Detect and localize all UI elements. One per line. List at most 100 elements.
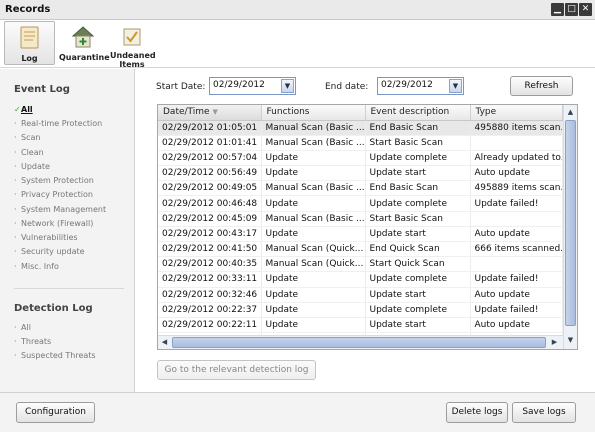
table-cell: Start Basic Scan	[365, 211, 471, 227]
toolbar-uncleaned-label-2: Items	[119, 60, 145, 69]
table-row[interactable]: 02/29/2012 01:05:01 Manual Scan (Basic ..…	[158, 120, 563, 136]
table-cell: Update	[261, 165, 366, 182]
sidebar-item-all[interactable]: ✓All	[14, 105, 33, 114]
table-cell: Auto update	[470, 226, 563, 243]
end-date-picker[interactable]: 02/29/2012 ▼	[377, 77, 464, 95]
footer-bar: Configuration Delete logs Save logs	[0, 392, 595, 432]
column-header-functions[interactable]: Functions	[261, 105, 366, 121]
table-cell: Manual Scan (Basic ...	[261, 180, 366, 197]
save-logs-button[interactable]: Save logs	[512, 402, 576, 423]
sidebar-item-network-firewall[interactable]: · Network (Firewall)	[14, 219, 93, 228]
sort-descending-icon: ▼	[212, 108, 218, 117]
table-cell: 666 items scanned.	[470, 241, 563, 258]
sidebar-item-privacy-protection[interactable]: · Privacy Protection	[14, 190, 93, 199]
scroll-down-icon[interactable]: ▼	[565, 334, 576, 347]
delete-logs-button[interactable]: Delete logs	[446, 402, 508, 423]
table-row[interactable]: 02/29/2012 01:01:41 Manual Scan (Basic ..…	[158, 135, 563, 151]
table-row[interactable]: 02/29/2012 00:32:46 Update Update start Aut…	[158, 287, 563, 303]
table-cell: Start Basic Scan	[365, 135, 471, 151]
start-date-picker[interactable]: 02/29/2012 ▼	[209, 77, 296, 95]
sidebar-item-vulnerabilities[interactable]: · Vulnerabilities	[14, 233, 78, 242]
maximize-button[interactable]: □	[565, 3, 578, 16]
scroll-right-icon[interactable]: ▶	[549, 336, 560, 349]
sidebar-item-realtime-protection[interactable]: · Real-time Protection	[14, 119, 102, 128]
sidebar-item-detection-all[interactable]: · All	[14, 323, 31, 332]
table-row[interactable]: 02/29/2012 00:22:11 Update Update start Aut…	[158, 317, 563, 334]
table-header-row: Date/Time ▼ Functions Event description …	[158, 105, 563, 121]
toolbar-uncleaned-label-1: Undeaned	[110, 51, 156, 60]
column-header-event-description[interactable]: Event description	[365, 105, 471, 121]
start-date-label: Start Date:	[156, 82, 206, 92]
table-row[interactable]: 02/29/2012 00:41:50 Manual Scan (Quick...…	[158, 241, 563, 258]
table-cell: Update failed!	[470, 271, 563, 288]
sidebar-item-system-management[interactable]: · System Management	[14, 205, 106, 214]
table-cell: 02/29/2012 00:46:48	[158, 195, 262, 212]
table-cell: 02/29/2012 00:45:09	[158, 211, 262, 227]
table-cell: Update complete	[365, 195, 471, 212]
table-row[interactable]: 02/29/2012 00:33:11 Update Update complete…	[158, 271, 563, 288]
table-cell: 02/29/2012 01:05:01	[158, 120, 262, 136]
toolbar: Log Quarantine Undeaned Items	[0, 20, 595, 69]
table-cell: 02/29/2012 00:22:11	[158, 317, 262, 334]
table-row[interactable]: 02/29/2012 00:49:05 Manual Scan (Basic ..…	[158, 180, 563, 197]
table-cell: 02/29/2012 00:56:49	[158, 165, 262, 182]
horizontal-scrollbar[interactable]: ◀ ▶	[158, 335, 563, 349]
table-row[interactable]: 02/29/2012 00:57:04 Update Update complete…	[158, 150, 563, 167]
table-cell: Auto update	[470, 287, 563, 303]
table-cell: Update start	[365, 165, 471, 182]
sidebar-item-update[interactable]: · Update	[14, 162, 50, 171]
sidebar-item-system-protection[interactable]: · System Protection	[14, 176, 94, 185]
table-cell: Update start	[365, 317, 471, 334]
refresh-button[interactable]: Refresh	[510, 76, 573, 96]
table-row[interactable]: 02/29/2012 00:46:48 Update Update complete…	[158, 195, 563, 212]
table-cell: End Quick Scan	[365, 241, 471, 258]
scroll-up-icon[interactable]: ▲	[565, 106, 576, 119]
goto-detection-log-button[interactable]: Go to the relevant detection log	[157, 360, 316, 380]
table-cell: Update	[261, 317, 366, 334]
toolbar-quarantine-button[interactable]: Quarantine	[59, 21, 110, 65]
table-cell: Update	[261, 302, 366, 318]
sidebar-item-threats[interactable]: · Threats	[14, 337, 51, 346]
sidebar: Event Log ✓All · Real-time Protection · Sc…	[0, 69, 135, 392]
table-cell: Update	[261, 271, 366, 288]
toolbar-log-button[interactable]: Log	[4, 21, 55, 65]
table-row[interactable]: 02/29/2012 00:40:35 Manual Scan (Quick...…	[158, 256, 563, 273]
chevron-down-icon[interactable]: ▼	[449, 79, 462, 93]
table-cell	[470, 256, 563, 273]
toolbar-log-label: Log	[21, 54, 38, 63]
column-header-type[interactable]: Type	[470, 105, 563, 121]
column-header-datetime[interactable]: Date/Time ▼	[158, 105, 262, 121]
horizontal-scroll-thumb[interactable]	[172, 337, 546, 348]
sidebar-item-clean[interactable]: · Clean	[14, 148, 44, 157]
configuration-button[interactable]: Configuration	[16, 402, 95, 423]
table-cell: 02/29/2012 00:43:17	[158, 226, 262, 243]
chevron-down-icon[interactable]: ▼	[281, 79, 294, 93]
table-row[interactable]: 02/29/2012 00:45:09 Manual Scan (Basic ..…	[158, 211, 563, 227]
close-button[interactable]: ✕	[579, 3, 592, 16]
table-cell: Update	[261, 226, 366, 243]
uncleaned-items-icon	[123, 28, 141, 46]
vertical-scroll-thumb[interactable]	[565, 120, 576, 326]
vertical-scrollbar[interactable]: ▲ ▼	[563, 105, 577, 349]
table-cell: Manual Scan (Quick...	[261, 241, 366, 258]
table-cell: Auto update	[470, 317, 563, 334]
table-cell: Already updated to...	[470, 150, 563, 167]
table-row[interactable]: 02/29/2012 00:22:37 Update Update complete…	[158, 302, 563, 318]
table-cell: Start Quick Scan	[365, 256, 471, 273]
sidebar-item-misc-info[interactable]: · Misc. Info	[14, 262, 59, 271]
table-row[interactable]: 02/29/2012 00:43:17 Update Update start Aut…	[158, 226, 563, 243]
table-cell: 02/29/2012 00:57:04	[158, 150, 262, 167]
sidebar-item-suspected-threats[interactable]: · Suspected Threats	[14, 351, 96, 360]
sidebar-item-security-update[interactable]: · Security update	[14, 247, 85, 256]
table-cell: Update start	[365, 226, 471, 243]
minimize-button[interactable]: ▁	[551, 3, 564, 16]
toolbar-uncleaned-button[interactable]: Undeaned Items	[110, 21, 156, 69]
scroll-left-icon[interactable]: ◀	[159, 336, 170, 349]
table-cell: 02/29/2012 00:32:46	[158, 287, 262, 303]
table-cell: End Basic Scan	[365, 180, 471, 197]
main-panel: Start Date: 02/29/2012 ▼ End date: 02/29…	[136, 69, 595, 392]
event-log-table: Date/Time ▼ Functions Event description …	[157, 104, 578, 350]
sidebar-item-scan[interactable]: · Scan	[14, 133, 40, 142]
table-row[interactable]: 02/29/2012 00:56:49 Update Update start Aut…	[158, 165, 563, 182]
table-cell: Manual Scan (Basic ...	[261, 211, 366, 227]
